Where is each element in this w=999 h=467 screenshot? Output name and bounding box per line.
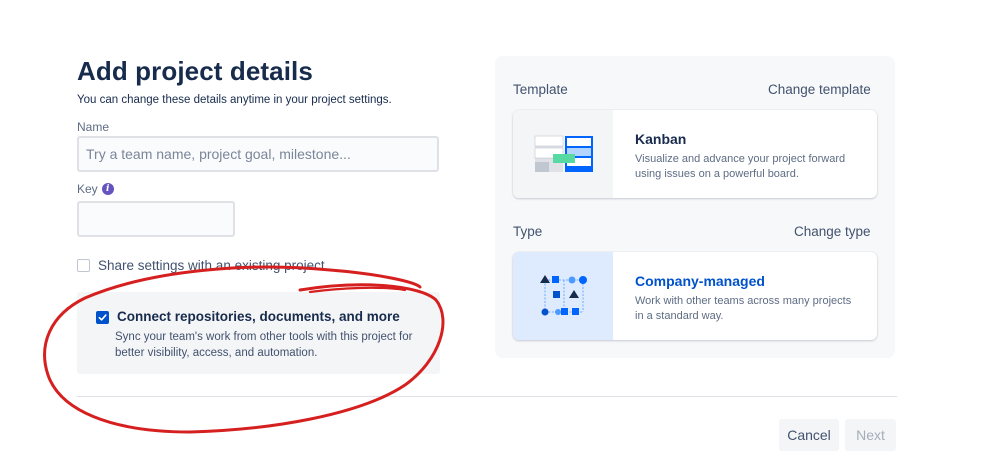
name-input[interactable]: [77, 136, 439, 172]
name-label: Name: [77, 120, 110, 134]
template-description: Visualize and advance your project forwa…: [635, 153, 846, 180]
type-card[interactable]: Company-managed Work with other teams ac…: [513, 252, 877, 340]
cancel-button[interactable]: Cancel: [779, 419, 839, 451]
change-type-button[interactable]: Change type: [794, 224, 871, 239]
connect-repositories-title: Connect repositories, documents, and mor…: [117, 309, 400, 324]
info-icon[interactable]: i: [101, 183, 114, 195]
template-name: Kanban: [635, 131, 687, 147]
key-input[interactable]: [77, 201, 235, 237]
company-managed-icon: [513, 252, 613, 340]
connect-repositories-description: Sync your team's work from other tools w…: [115, 331, 413, 359]
share-settings-checkbox[interactable]: [77, 259, 90, 272]
key-label: Key: [77, 182, 98, 196]
checkmark-icon: [98, 314, 107, 321]
page-title: Add project details: [77, 56, 313, 86]
connect-repositories-checkbox[interactable]: [96, 311, 109, 324]
template-card[interactable]: Kanban Visualize and advance your projec…: [513, 110, 877, 198]
kanban-board-icon: [513, 110, 613, 198]
page-subtitle: You can change these details anytime in …: [77, 94, 392, 106]
change-template-button[interactable]: Change template: [768, 82, 871, 97]
type-section-label: Type: [513, 224, 543, 239]
next-button[interactable]: Next: [845, 419, 896, 451]
share-settings-checkbox-row[interactable]: Share settings with an existing project: [77, 258, 325, 273]
type-name: Company-managed: [635, 273, 765, 289]
share-settings-label: Share settings with an existing project: [98, 258, 325, 273]
key-label-row: Key i: [77, 182, 114, 196]
type-description: Work with other teams across many projec…: [635, 295, 852, 322]
template-section-label: Template: [513, 82, 568, 97]
footer-divider: [77, 396, 897, 397]
